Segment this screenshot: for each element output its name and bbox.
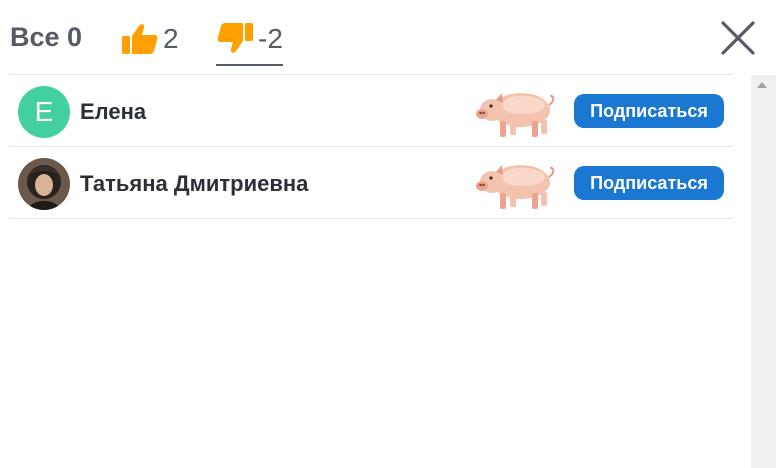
scroll-up-arrow-icon[interactable] [757,82,767,88]
dislike-count: -2 [258,23,283,54]
user-list: Е Елена Подписаться Татьяна Дмитриевна П… [10,75,732,219]
thumbs-down-icon [217,23,253,53]
tab-all[interactable]: Все 0 [10,22,82,53]
reactions-panel: Все 0 2 -2 Е Елена Подписаться Татьяна Д… [0,0,776,468]
list-item: Е Елена Подписаться [10,75,732,147]
avatar[interactable]: Е [18,86,70,138]
thumbs-up-icon [122,24,158,54]
tab-dislikes[interactable]: -2 [216,22,283,66]
subscribe-button[interactable]: Подписаться [574,166,724,200]
like-count: 2 [163,23,179,54]
scrollbar[interactable] [751,75,776,468]
tab-likes[interactable]: 2 [121,22,179,56]
subscribe-button[interactable]: Подписаться [574,94,724,128]
user-name[interactable]: Татьяна Дмитриевна [80,171,308,197]
pig-emoji-icon [476,93,555,137]
avatar-photo [18,158,70,210]
pig-emoji-icon [476,165,555,209]
close-button[interactable] [720,20,756,56]
close-icon [721,21,755,55]
avatar[interactable] [18,158,70,210]
list-item: Татьяна Дмитриевна Подписаться [10,147,732,219]
reaction-tabs: Все 0 2 -2 [0,0,760,75]
user-name[interactable]: Елена [80,99,146,125]
